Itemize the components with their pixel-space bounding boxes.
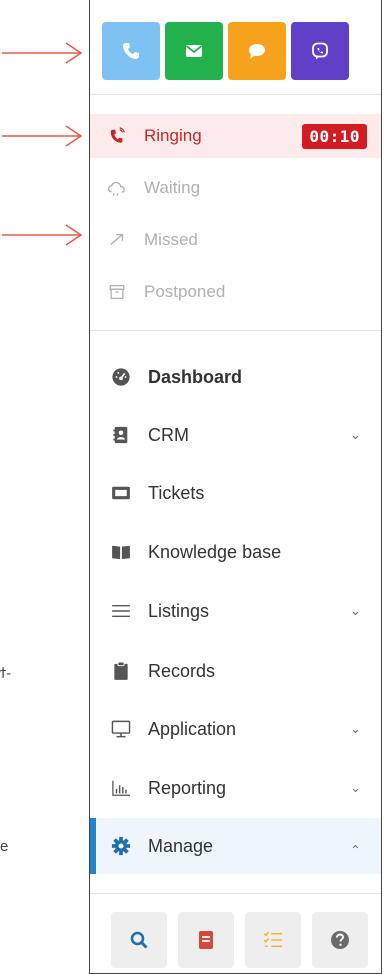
chevron-down-icon: ⌄ — [350, 603, 361, 618]
mail-icon — [185, 45, 203, 57]
nav-label: Records — [148, 660, 216, 681]
chevron-down-icon: ⌄ — [350, 721, 361, 736]
mail-channel-button[interactable] — [165, 22, 223, 80]
help-icon — [331, 931, 349, 949]
missed-arrow-icon — [104, 230, 130, 250]
nav-label: CRM — [148, 424, 189, 445]
list-icon — [108, 600, 134, 622]
phone-icon — [123, 43, 139, 59]
nav-label: Manage — [148, 835, 214, 856]
ticket-icon — [108, 482, 134, 504]
channel-buttons — [90, 22, 361, 80]
nav-knowledge-base[interactable]: Knowledge base — [90, 524, 381, 580]
waiting-cloud-icon — [104, 178, 130, 198]
nav-crm[interactable]: CRM ⌄ — [90, 407, 381, 463]
monitor-icon — [108, 718, 134, 740]
margin-text: e — [0, 838, 9, 855]
phone-channel-button[interactable] — [102, 22, 160, 80]
viber-channel-button[interactable] — [291, 22, 349, 80]
gear-icon — [108, 835, 134, 857]
divider — [90, 893, 381, 894]
nav-reporting[interactable]: Reporting ⌄ — [90, 760, 381, 816]
nav-listings[interactable]: Listings ⌄ — [90, 583, 381, 639]
status-waiting[interactable]: Waiting — [90, 166, 381, 210]
book-icon — [108, 541, 134, 563]
chat-channel-button[interactable] — [228, 22, 286, 80]
nav-tickets[interactable]: Tickets — [90, 465, 381, 521]
nav-label: Dashboard — [148, 366, 243, 387]
notebook-icon — [199, 931, 213, 949]
nav-label: Tickets — [148, 482, 205, 503]
chat-icon — [249, 44, 265, 59]
search-icon — [130, 931, 148, 949]
ringing-phone-icon — [104, 126, 130, 146]
divider — [90, 330, 381, 331]
ringing-timer: 00:10 — [302, 123, 367, 149]
search-button[interactable] — [111, 912, 167, 968]
nav-dashboard[interactable]: Dashboard — [90, 349, 381, 405]
viber-icon — [312, 42, 328, 60]
checklist-button[interactable] — [245, 912, 301, 968]
checklist-icon — [263, 931, 282, 948]
archive-box-icon — [104, 282, 130, 302]
annotation-arrow-icon — [2, 224, 83, 246]
nav-label: Application — [148, 718, 237, 739]
divider — [90, 94, 381, 95]
dashboard-icon — [108, 366, 134, 388]
clipboard-icon — [108, 660, 134, 682]
nav-label: Reporting — [148, 777, 227, 798]
nav-label: Knowledge base — [148, 541, 282, 562]
status-label: Missed — [144, 230, 198, 249]
nav-manage[interactable]: Manage ⌄ — [90, 818, 381, 874]
status-label: Ringing — [144, 126, 202, 145]
status-missed[interactable]: Missed — [90, 218, 381, 262]
status-label: Postponed — [144, 282, 226, 301]
margin-text: ϯ- — [0, 665, 12, 682]
status-ringing[interactable]: Ringing 00:10 — [90, 114, 381, 158]
nav-application[interactable]: Application ⌄ — [90, 701, 381, 757]
contacts-icon — [108, 424, 134, 446]
annotation-arrow-icon — [2, 125, 83, 147]
nav-label: Listings — [148, 600, 210, 621]
sidebar-panel: Ringing 00:10 Waiting Missed Postponed D… — [89, 0, 382, 974]
chevron-up-icon: ⌄ — [350, 842, 361, 858]
footer-toolbar — [90, 912, 381, 968]
notebook-button[interactable] — [178, 912, 234, 968]
bar-chart-icon — [108, 777, 134, 799]
annotation-arrow-icon — [2, 42, 83, 64]
status-label: Waiting — [144, 178, 201, 197]
status-postponed[interactable]: Postponed — [90, 270, 381, 314]
chevron-down-icon: ⌄ — [350, 427, 361, 442]
chevron-down-icon: ⌄ — [350, 780, 361, 795]
nav-records[interactable]: Records — [90, 643, 381, 699]
help-button[interactable] — [312, 912, 368, 968]
